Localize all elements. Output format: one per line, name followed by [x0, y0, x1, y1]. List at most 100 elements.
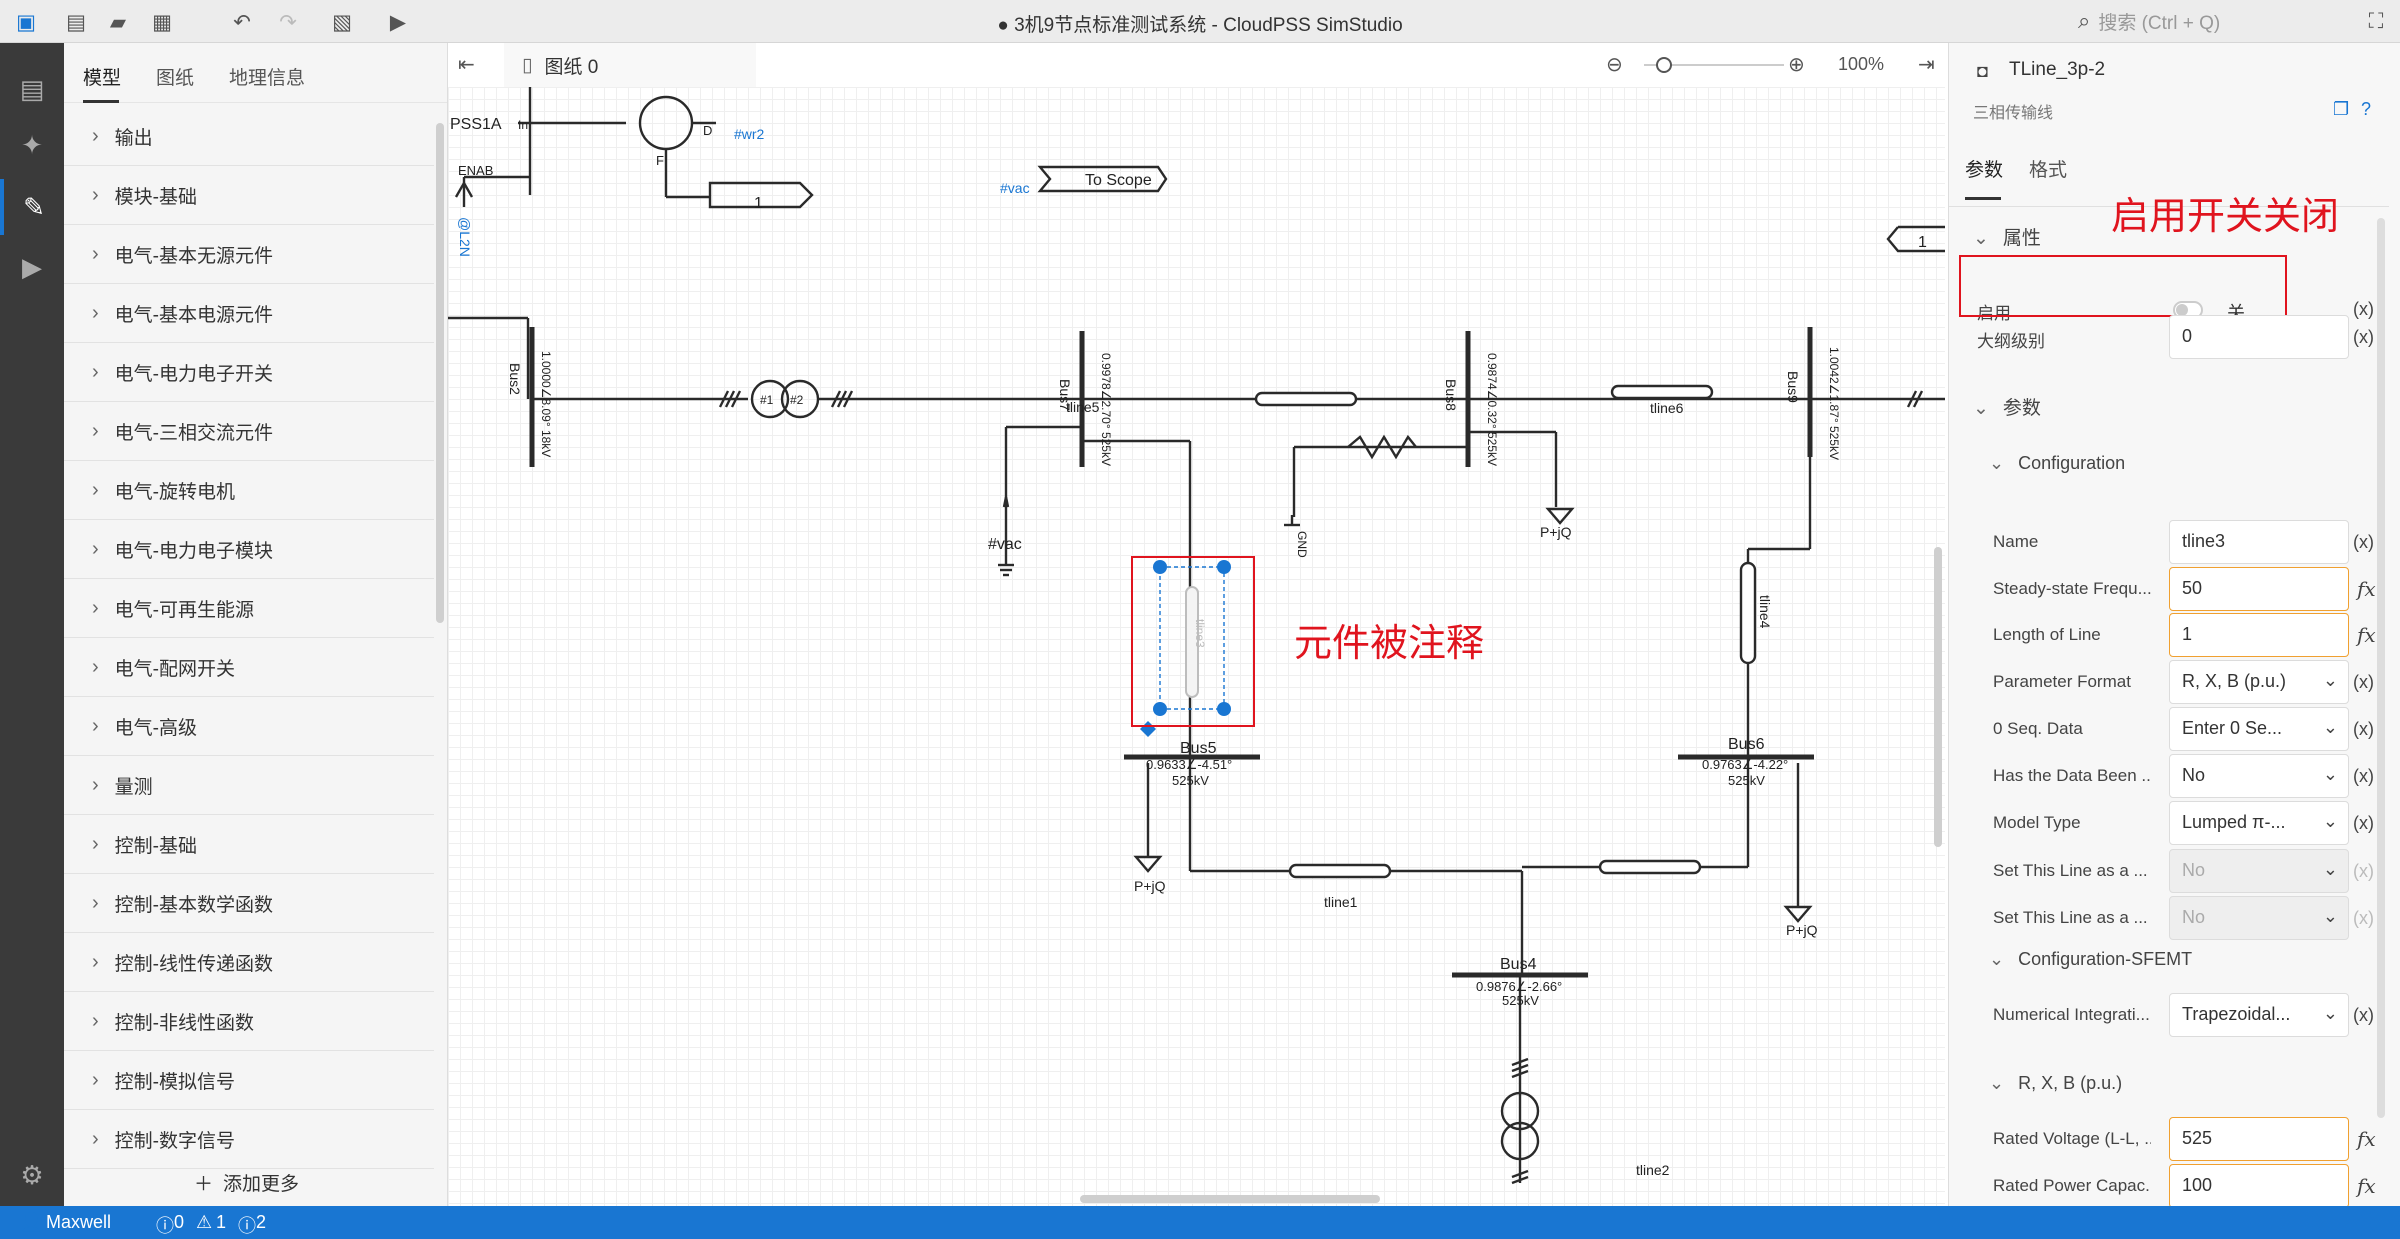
fx-icon[interactable]: fx — [2357, 1127, 2376, 1151]
length-of-line-input[interactable]: 1 — [2169, 613, 2349, 657]
rated-power-input[interactable]: 100 — [2169, 1164, 2349, 1206]
chevron-right-icon: › — [92, 124, 99, 147]
numerical-integration-label: Numerical Integrati... — [1993, 1005, 2150, 1024]
category-item[interactable]: › 控制-模拟信号 — [64, 1051, 434, 1110]
plugin-icon[interactable]: ✦ — [0, 117, 64, 173]
fx-icon[interactable]: fx — [2357, 1174, 2376, 1198]
parameter-format-select[interactable]: R, X, B (p.u.) ⌄ — [2169, 660, 2349, 704]
fx-icon[interactable]: fx — [2357, 577, 2376, 601]
parameter-format-x[interactable]: (x) — [2353, 672, 2374, 693]
pq-load-bus5: P+jQ — [1134, 878, 1166, 894]
zero-seq-data-select[interactable]: Enter 0 Se... ⌄ — [2169, 707, 2349, 751]
category-item[interactable]: › 控制-基础 — [64, 815, 434, 874]
zoom-out-icon[interactable]: ⊖ — [1606, 52, 1623, 77]
category-item[interactable]: › 量测 — [64, 756, 434, 815]
set-line-b-select: No ⌄ — [2169, 896, 2349, 940]
settings-gear-icon[interactable]: ⚙ — [0, 1147, 64, 1203]
tab-model[interactable]: 模型 — [83, 63, 121, 103]
outline-input[interactable]: 0 — [2169, 315, 2349, 359]
model-type-x[interactable]: (x) — [2353, 813, 2374, 834]
tab-params[interactable]: 参数 — [1965, 155, 2003, 200]
category-item[interactable]: › 控制-非线性函数 — [64, 992, 434, 1051]
rated-voltage-input[interactable]: 525 — [2169, 1117, 2349, 1161]
bus2-label: Bus2 — [507, 363, 523, 395]
tab-format[interactable]: 格式 — [2029, 155, 2067, 200]
fullscreen-icon[interactable]: ⛶ — [2362, 8, 2390, 36]
add-more-button[interactable]: ＋添加更多 — [194, 1169, 299, 1196]
error-count[interactable]: 0 — [174, 1212, 184, 1233]
simulate-icon[interactable]: ▶ — [0, 239, 64, 295]
model-type-select[interactable]: Lumped π-... ⌄ — [2169, 801, 2349, 845]
category-item[interactable]: › 电气-电力电子开关 — [64, 343, 434, 402]
category-item[interactable]: › 模块-基础 — [64, 166, 434, 225]
category-item[interactable]: › 电气-旋转电机 — [64, 461, 434, 520]
zero-seq-data-x[interactable]: (x) — [2353, 719, 2374, 740]
data-been-select[interactable]: No ⌄ — [2169, 754, 2349, 798]
category-item[interactable]: › 控制-线性传递函数 — [64, 933, 434, 992]
category-item[interactable]: › 控制-数字信号 — [64, 1110, 434, 1169]
category-item[interactable]: › 电气-基本电源元件 — [64, 284, 434, 343]
collapse-left-icon[interactable]: ⇤ — [458, 52, 475, 77]
set-line-b-row: Set This Line as a ... No ⌄ (x) — [1949, 896, 2374, 940]
tab-drawing-0[interactable]: ▯ 图纸 0 — [504, 43, 756, 87]
name-input[interactable]: tline3 — [2169, 520, 2349, 564]
category-label: 控制-模拟信号 — [114, 1071, 235, 1093]
category-item[interactable]: › 控制-基本数学函数 — [64, 874, 434, 933]
chevron-right-icon: › — [92, 537, 99, 560]
chevron-right-icon: › — [92, 891, 99, 914]
bus5-kv: 525kV — [1172, 773, 1209, 788]
category-item[interactable]: › 电气-基本无源元件 — [64, 225, 434, 284]
info-count[interactable]: 2 — [256, 1212, 266, 1233]
fx-icon[interactable]: fx — [2357, 623, 2376, 647]
bus4-voltage: 0.9876∠-2.66° — [1476, 979, 1562, 994]
info-icon: ⓘ — [238, 1216, 256, 1236]
outline-label: 大纲级别 — [1977, 332, 2045, 351]
canvas-h-scrollbar[interactable] — [1080, 1195, 1380, 1203]
copy-icon[interactable]: ❐ — [2333, 99, 2349, 120]
set-line-b-x[interactable]: (x) — [2353, 908, 2374, 929]
section-properties[interactable]: ⌄ 属性 — [1973, 223, 2041, 250]
chevron-right-icon: › — [92, 360, 99, 383]
property-scrollbar[interactable] — [2377, 218, 2385, 1118]
section-rxb[interactable]: ⌄ R, X, B (p.u.) — [1989, 1073, 2122, 1094]
set-line-a-label: Set This Line as a ... — [1993, 861, 2148, 880]
section-configuration-label: Configuration — [2018, 453, 2126, 473]
property-panel: ◘ TLine_3p-2 三相传输线 ❐ ? 参数 格式 启用开关关闭 ⌄ 属性 … — [1948, 43, 2400, 1206]
data-been-x[interactable]: (x) — [2353, 766, 2374, 787]
numerical-integration-x[interactable]: (x) — [2353, 1005, 2374, 1026]
tab-geo[interactable]: 地理信息 — [229, 63, 305, 102]
category-item[interactable]: › 电气-高级 — [64, 697, 434, 756]
window-title: ● 3机9节点标准测试系统 - CloudPSS SimStudio — [997, 15, 1403, 36]
numerical-integration-select[interactable]: Trapezoidal... ⌄ — [2169, 993, 2349, 1037]
category-item[interactable]: › 电气-电力电子模块 — [64, 520, 434, 579]
outline-x-button[interactable]: (x) — [2353, 327, 2374, 348]
bus8-label: Bus8 — [1443, 379, 1459, 411]
category-item[interactable]: › 电气-可再生能源 — [64, 579, 434, 638]
help-icon[interactable]: ? — [2361, 99, 2371, 120]
section-sfemt[interactable]: ⌄ Configuration-SFEMT — [1989, 949, 2192, 970]
bus6-voltage: 0.9763∠-4.22° — [1702, 757, 1788, 772]
warning-count[interactable]: 1 — [216, 1212, 226, 1233]
section-configuration[interactable]: ⌄ Configuration — [1989, 453, 2125, 474]
tab-drawing[interactable]: 图纸 — [156, 63, 194, 102]
category-item[interactable]: › 电气-配网开关 — [64, 638, 434, 697]
title-bar: ▣ ▤ ▰ ▦ ↶ ↷ ▧ ▶ ● 3机9节点标准测试系统 - CloudPSS… — [0, 0, 2400, 43]
panel-scrollbar[interactable] — [436, 123, 444, 623]
set-line-a-x[interactable]: (x) — [2353, 861, 2374, 882]
section-sfemt-label: Configuration-SFEMT — [2018, 949, 2193, 969]
search-box[interactable]: ⌕ 搜索 (Ctrl + Q) — [2078, 8, 2288, 34]
name-x[interactable]: (x) — [2353, 532, 2374, 553]
category-item[interactable]: › 电气-三相交流元件 — [64, 402, 434, 461]
zoom-in-icon[interactable]: ⊕ — [1788, 52, 1805, 77]
user-name[interactable]: Maxwell — [46, 1212, 111, 1233]
model-edit-icon[interactable]: ✎ — [0, 179, 64, 235]
workspace-icon[interactable]: ▤ — [0, 61, 64, 117]
steady-state-frequency-input[interactable]: 50 — [2169, 567, 2349, 611]
component-type: 三相传输线 — [1973, 105, 2054, 122]
collapse-right-icon[interactable]: ⇥ — [1918, 52, 1935, 77]
canvas-v-scrollbar[interactable] — [1934, 547, 1942, 847]
category-item[interactable]: › 输出 — [64, 107, 434, 166]
zoom-slider-handle[interactable] — [1656, 57, 1672, 73]
section-params[interactable]: ⌄ 参数 — [1973, 393, 2041, 420]
component-library-panel: 模型 图纸 地理信息 › 输出 › 模块-基础 › 电气-基本无源元件 › 电气-基本电源元件… — [64, 43, 448, 1206]
